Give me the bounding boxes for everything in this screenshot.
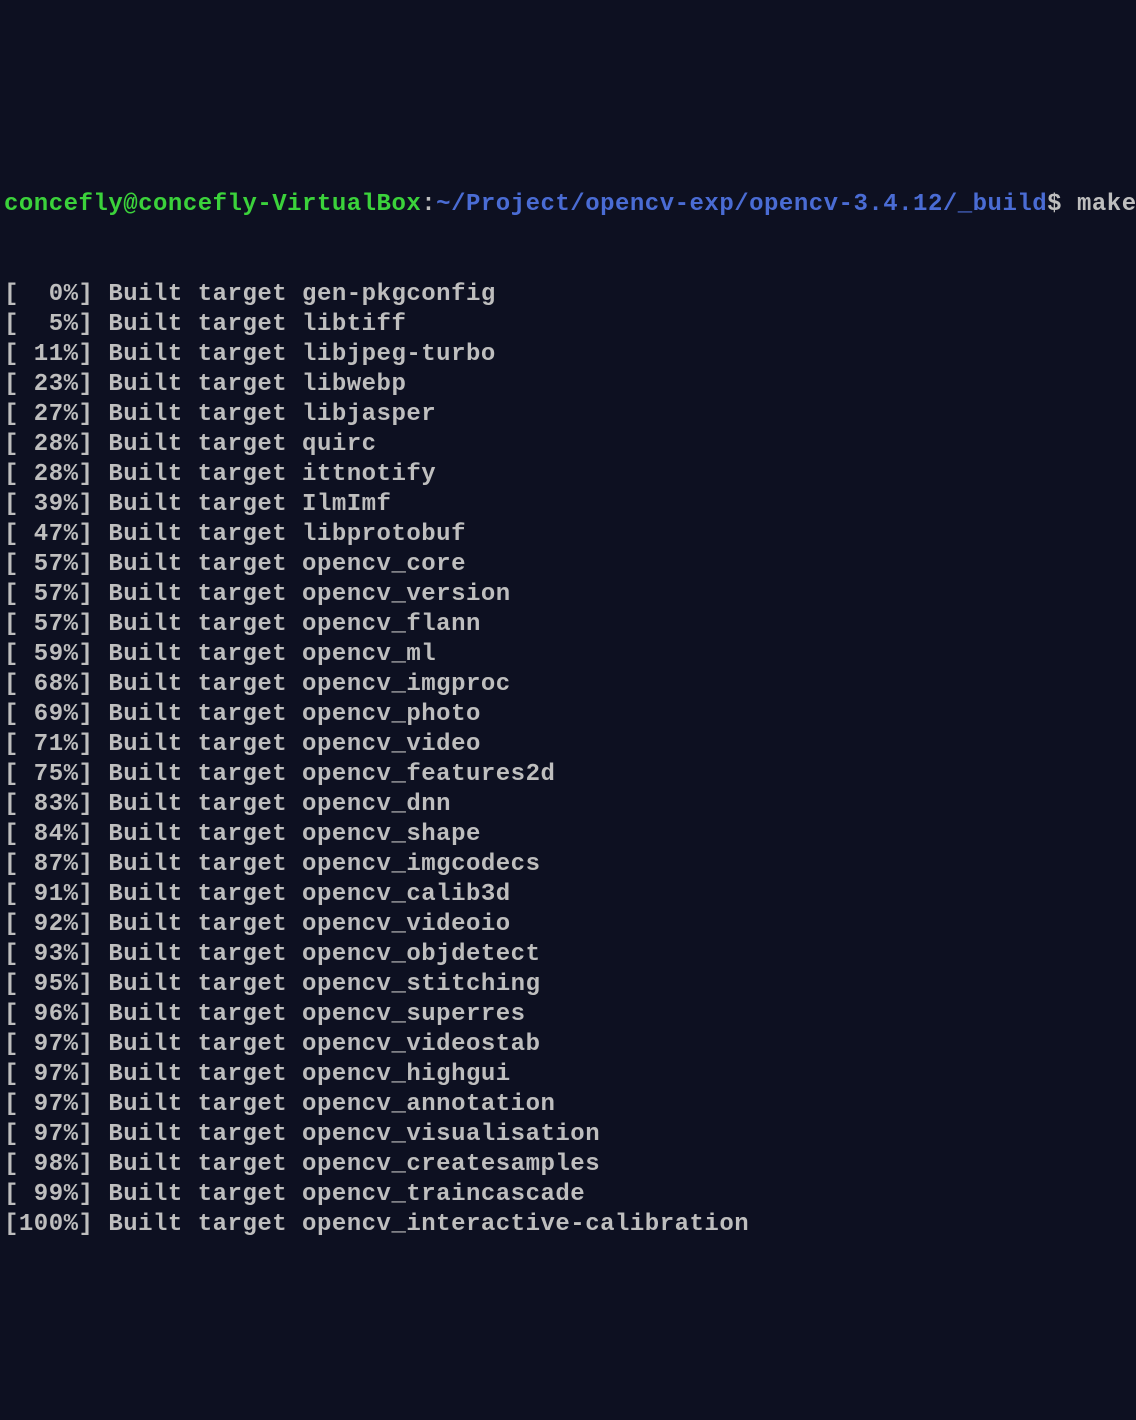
- build-line: [ 59%] Built target opencv_ml: [4, 640, 1136, 670]
- build-line: [ 28%] Built target quirc: [4, 430, 1136, 460]
- build-line: [ 97%] Built target opencv_annotation: [4, 1090, 1136, 1120]
- build-line: [ 27%] Built target libjasper: [4, 400, 1136, 430]
- build-line: [ 23%] Built target libwebp: [4, 370, 1136, 400]
- build-line: [ 97%] Built target opencv_visualisation: [4, 1120, 1136, 1150]
- prompt-symbol: $: [1047, 190, 1062, 220]
- build-line: [ 11%] Built target libjpeg-turbo: [4, 340, 1136, 370]
- build-line: [ 84%] Built target opencv_shape: [4, 820, 1136, 850]
- build-line: [ 47%] Built target libprotobuf: [4, 520, 1136, 550]
- build-line: [ 93%] Built target opencv_objdetect: [4, 940, 1136, 970]
- prompt-separator: :: [421, 190, 436, 220]
- build-line: [ 71%] Built target opencv_video: [4, 730, 1136, 760]
- build-line: [ 98%] Built target opencv_createsamples: [4, 1150, 1136, 1180]
- build-line: [ 95%] Built target opencv_stitching: [4, 970, 1136, 1000]
- build-line: [ 75%] Built target opencv_features2d: [4, 760, 1136, 790]
- command-input[interactable]: make -j4: [1062, 190, 1136, 220]
- prompt-line: concefly@concefly-VirtualBox:~/Project/o…: [4, 190, 1136, 220]
- build-output: [ 0%] Built target gen-pkgconfig[ 5%] Bu…: [4, 280, 1136, 1240]
- build-line: [ 57%] Built target opencv_core: [4, 550, 1136, 580]
- build-line: [ 92%] Built target opencv_videoio: [4, 910, 1136, 940]
- build-line: [ 97%] Built target opencv_highgui: [4, 1060, 1136, 1090]
- build-line: [ 99%] Built target opencv_traincascade: [4, 1180, 1136, 1210]
- terminal-window[interactable]: concefly@concefly-VirtualBox:~/Project/o…: [4, 130, 1136, 1270]
- build-line: [ 96%] Built target opencv_superres: [4, 1000, 1136, 1030]
- user-host: concefly@concefly-VirtualBox: [4, 190, 421, 220]
- build-line: [ 57%] Built target opencv_version: [4, 580, 1136, 610]
- build-line: [ 87%] Built target opencv_imgcodecs: [4, 850, 1136, 880]
- build-line: [ 28%] Built target ittnotify: [4, 460, 1136, 490]
- build-line: [ 83%] Built target opencv_dnn: [4, 790, 1136, 820]
- build-line: [100%] Built target opencv_interactive-c…: [4, 1210, 1136, 1240]
- current-path: ~/Project/opencv-exp/opencv-3.4.12/_buil…: [436, 190, 1047, 220]
- build-line: [ 57%] Built target opencv_flann: [4, 610, 1136, 640]
- build-line: [ 39%] Built target IlmImf: [4, 490, 1136, 520]
- build-line: [ 0%] Built target gen-pkgconfig: [4, 280, 1136, 310]
- build-line: [ 68%] Built target opencv_imgproc: [4, 670, 1136, 700]
- build-line: [ 5%] Built target libtiff: [4, 310, 1136, 340]
- build-line: [ 69%] Built target opencv_photo: [4, 700, 1136, 730]
- build-line: [ 97%] Built target opencv_videostab: [4, 1030, 1136, 1060]
- build-line: [ 91%] Built target opencv_calib3d: [4, 880, 1136, 910]
